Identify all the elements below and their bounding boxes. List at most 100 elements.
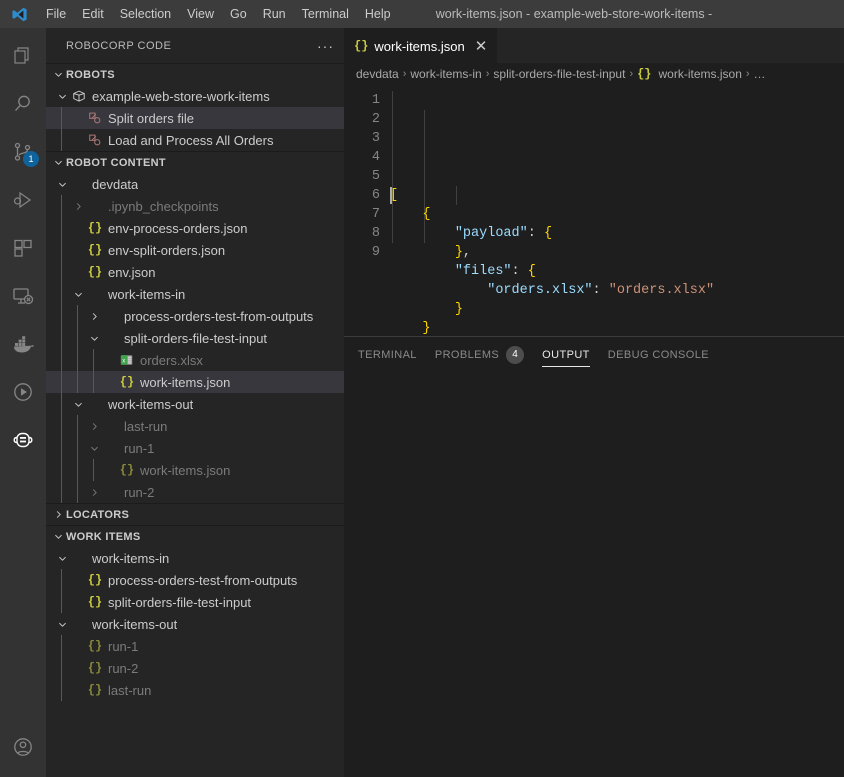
tree-row-label: work-items.json (140, 462, 231, 478)
panel-tab-label: PROBLEMS (434, 348, 500, 361)
remote-explorer-icon[interactable] (0, 272, 46, 320)
indent-guide (61, 129, 62, 151)
chevron-down-icon[interactable] (50, 531, 66, 542)
section-header-robot-content[interactable]: ROBOT CONTENT (46, 151, 344, 173)
tree-row-label: last-run (108, 682, 152, 698)
breadcrumb-item[interactable]: split-orders-file-test-input (493, 67, 625, 81)
indent-guide (93, 371, 94, 393)
tree-row[interactable]: process-orders-test-from-outputs (46, 305, 344, 327)
sidebar-more-actions-icon[interactable]: ··· (317, 38, 334, 54)
docker-icon[interactable] (0, 320, 46, 368)
tab-label: work-items.json (374, 38, 465, 54)
chevron-down-icon[interactable] (54, 553, 70, 564)
line-number: 4 (371, 150, 380, 165)
search-icon[interactable] (0, 80, 46, 128)
chevron-down-icon[interactable] (70, 289, 86, 300)
tree-row[interactable]: {} process-orders-test-from-outputs (46, 569, 344, 591)
menu-edit[interactable]: Edit (74, 3, 112, 25)
chevron-right-icon[interactable] (86, 311, 102, 322)
tree-row[interactable]: example-web-store-work-items (46, 85, 344, 107)
menu-run[interactable]: Run (255, 3, 294, 25)
section-header-robots[interactable]: ROBOTS (46, 63, 344, 85)
panel-tab-terminal[interactable]: TERMINAL (358, 337, 417, 372)
tree-row[interactable]: {} run-1 (46, 635, 344, 657)
tree-row[interactable]: {} work-items.json (46, 459, 344, 481)
chevron-right-icon[interactable] (50, 509, 66, 520)
tree-row[interactable]: last-run (46, 415, 344, 437)
chevron-right-icon[interactable] (70, 201, 86, 212)
explorer-icon[interactable] (0, 32, 46, 80)
panel-tab-problems[interactable]: PROBLEMS 4 (434, 337, 525, 372)
indent-guide (61, 415, 62, 437)
extensions-icon[interactable] (0, 224, 46, 272)
chevron-right-icon: › (745, 68, 750, 80)
chevron-down-icon[interactable] (86, 333, 102, 344)
breadcrumb-item[interactable]: work-items.json (659, 67, 742, 81)
tree-row[interactable]: {} env-process-orders.json (46, 217, 344, 239)
section-header-work-items[interactable]: WORK ITEMS (46, 525, 344, 547)
chevron-down-icon[interactable] (70, 399, 86, 410)
menu-view[interactable]: View (179, 3, 222, 25)
close-icon[interactable]: ✕ (475, 39, 488, 54)
panel-tab-output[interactable]: OUTPUT (542, 337, 590, 372)
tree-row[interactable]: work-items-in (46, 547, 344, 569)
editor-tab-bar: {} work-items.json ✕ (344, 28, 844, 63)
menu-selection[interactable]: Selection (112, 3, 179, 25)
breadcrumb-item[interactable]: work-items-in (410, 67, 481, 81)
code-editor[interactable]: 1 2 3 4 5 6 7 8 9 [ { "payload": { }, "files": {… (344, 85, 844, 336)
chevron-right-icon[interactable] (86, 421, 102, 432)
tree-row[interactable]: run-1 (46, 437, 344, 459)
code-content[interactable]: [ { "payload": { }, "files": { "orders.x… (390, 85, 844, 336)
tree-row[interactable]: {} run-2 (46, 657, 344, 679)
tree-row[interactable]: Load and Process All Orders (46, 129, 344, 151)
code-line: } (390, 319, 844, 336)
tree-row[interactable]: Split orders file (46, 107, 344, 129)
source-control-icon[interactable]: 1 (0, 128, 46, 176)
indent-guide (77, 371, 78, 393)
menu-file[interactable]: File (38, 3, 74, 25)
tree-row[interactable]: {} env-split-orders.json (46, 239, 344, 261)
tree-row[interactable]: work-items-out (46, 393, 344, 415)
indent-guide (61, 481, 62, 503)
tree-robot-content: devdata .ipynb_checkpoints {} env-process-o… (46, 173, 344, 503)
chevron-down-icon[interactable] (54, 179, 70, 190)
breadcrumb-item[interactable]: devdata (356, 67, 399, 81)
tree-row[interactable]: {} work-items.json (46, 371, 344, 393)
run-and-debug-icon[interactable] (0, 176, 46, 224)
account-icon[interactable] (0, 723, 46, 771)
tree-row[interactable]: {} env.json (46, 261, 344, 283)
chevron-down-icon[interactable] (54, 91, 70, 102)
line-number: 7 (371, 207, 380, 222)
chevron-down-icon[interactable] (86, 443, 102, 454)
tree-row[interactable]: {} last-run (46, 679, 344, 701)
robocorp-robot-icon[interactable] (0, 416, 46, 464)
task-icon (86, 133, 104, 147)
section-header-locators[interactable]: LOCATORS (46, 503, 344, 525)
tree-row[interactable]: run-2 (46, 481, 344, 503)
menu-help[interactable]: Help (357, 3, 399, 25)
menu-terminal[interactable]: Terminal (294, 3, 357, 25)
code-line: "payload": { (390, 224, 844, 243)
panel-tab-debug-console[interactable]: DEBUG CONSOLE (608, 337, 709, 372)
tree-row[interactable]: devdata (46, 173, 344, 195)
indent-guide (61, 327, 62, 349)
chevron-down-icon[interactable] (50, 69, 66, 80)
tree-row[interactable]: x orders.xlsx (46, 349, 344, 371)
menu-go[interactable]: Go (222, 3, 255, 25)
tree-row[interactable]: work-items-out (46, 613, 344, 635)
tree-row-label: run-2 (108, 660, 139, 676)
tree-row[interactable]: work-items-in (46, 283, 344, 305)
indent-guide (61, 305, 62, 327)
test-play-icon[interactable] (0, 368, 46, 416)
tab-work-items-json[interactable]: {} work-items.json ✕ (344, 28, 498, 63)
chevron-right-icon[interactable] (86, 487, 102, 498)
code-line: } (390, 300, 844, 319)
tree-row[interactable]: {} split-orders-file-test-input (46, 591, 344, 613)
breadcrumb-item[interactable]: … (754, 67, 766, 81)
tree-row[interactable]: split-orders-file-test-input (46, 327, 344, 349)
chevron-down-icon[interactable] (54, 619, 70, 630)
chevron-down-icon[interactable] (50, 157, 66, 168)
tree-row-label: devdata (92, 176, 139, 192)
tree-row[interactable]: .ipynb_checkpoints (46, 195, 344, 217)
indent-guide (77, 459, 78, 481)
